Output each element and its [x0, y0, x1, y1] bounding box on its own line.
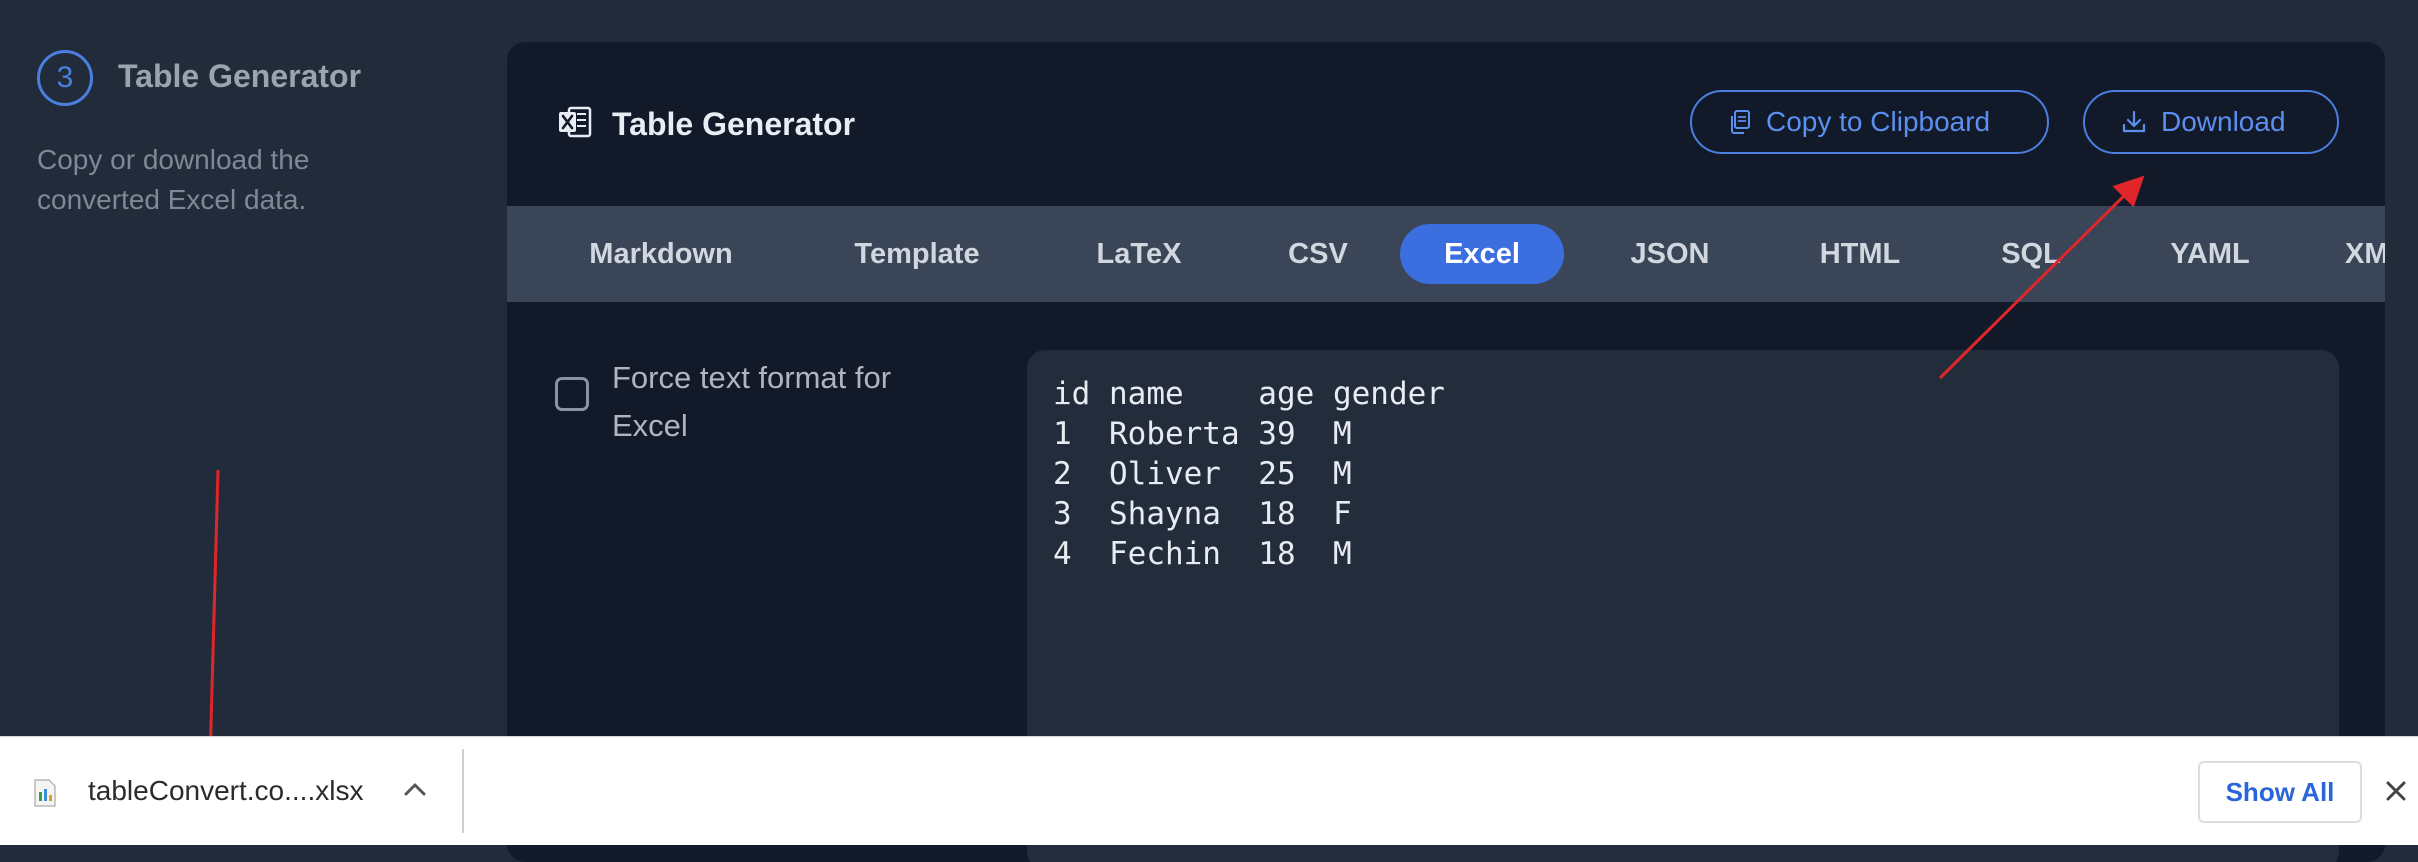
download-file-name[interactable]: tableConvert.co....xlsx	[88, 775, 363, 807]
tab-xml[interactable]: XML	[2345, 224, 2385, 284]
download-button-label: Download	[2161, 106, 2286, 137]
clipboard-icon	[1731, 110, 1750, 134]
close-icon[interactable]	[2382, 777, 2410, 805]
tab-csv[interactable]: CSV	[1273, 224, 1363, 284]
panel-title: Table Generator	[612, 106, 856, 142]
download-bar-divider	[462, 749, 464, 833]
tab-excel[interactable]: Excel	[1400, 224, 1564, 284]
step-title: Table Generator	[118, 58, 362, 94]
tab-html[interactable]: HTML	[1805, 224, 1915, 284]
force-text-label: Force text format for Excel	[612, 360, 892, 443]
xlsx-file-icon	[34, 779, 56, 807]
excel-icon	[559, 106, 592, 138]
copy-button-label: Copy to Clipboard	[1766, 106, 1991, 137]
tab-markdown[interactable]: Markdown	[581, 224, 741, 284]
tab-json[interactable]: JSON	[1620, 224, 1720, 284]
download-icon	[2122, 110, 2146, 133]
tab-template[interactable]: Template	[837, 224, 997, 284]
show-all-button[interactable]: Show All	[2198, 761, 2362, 823]
tab-yaml[interactable]: YAML	[2155, 224, 2265, 284]
step-description: Copy or download the converted Excel dat…	[37, 144, 310, 215]
step-number-badge: 3	[37, 50, 93, 106]
tab-latex[interactable]: LaTeX	[1079, 224, 1199, 284]
annotation-arrow-file	[195, 469, 226, 771]
panel-header: Table Generator Copy to Clipboard Downlo…	[507, 42, 2385, 206]
download-bar: tableConvert.co....xlsx Show All	[0, 736, 2418, 845]
tab-sql[interactable]: SQL	[1991, 224, 2071, 284]
force-text-checkbox[interactable]	[555, 377, 589, 411]
download-button[interactable]: Download	[2083, 90, 2339, 154]
chevron-up-icon[interactable]	[400, 779, 430, 801]
copy-to-clipboard-button[interactable]: Copy to Clipboard	[1690, 90, 2049, 154]
format-tabs: Markdown Template LaTeX CSV Excel JSON H…	[507, 206, 2385, 302]
output-text: id name age gender 1 Roberta 39 M 2 Oliv…	[1053, 376, 1445, 572]
